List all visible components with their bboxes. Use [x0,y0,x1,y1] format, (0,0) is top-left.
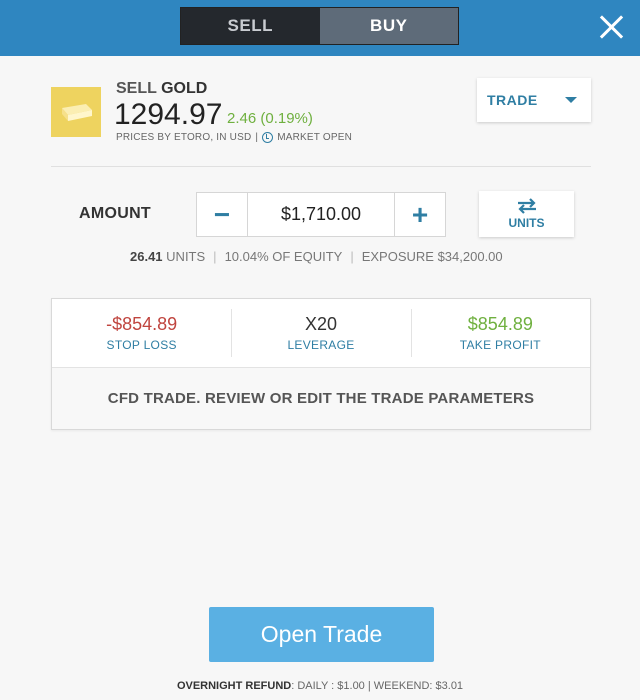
instrument-price: 1294.97 [114,98,223,131]
amount-stepper: − $1,710.00 + [196,192,446,237]
price-change: 2.46 (0.19%) [227,110,313,127]
trade-parameters-row: -$854.89 STOP LOSS X20 LEVERAGE $854.89 … [52,299,590,368]
order-type-label: TRADE [487,92,538,108]
daily-fee: : DAILY : $1.00 [291,680,365,692]
leverage-value: X20 [304,314,337,334]
amount-input[interactable]: $1,710.00 [247,193,395,236]
overnight-refund-label: OVERNIGHT REFUND [176,680,292,692]
stop-loss-value: -$854.89 [106,314,178,334]
take-profit-value: $854.89 [467,314,533,334]
price-source: PRICES BY ETORO, IN USD [116,132,252,143]
market-status: MARKET OPEN [277,132,352,143]
open-trade-button[interactable]: Open Trade [209,607,434,662]
overnight-fees: OVERNIGHT REFUND: DAILY : $1.00 | WEEKEN… [176,680,464,692]
stop-loss-label: STOP LOSS [106,338,177,352]
order-type-dropdown[interactable]: TRADE [477,78,591,122]
trade-direction: SELL [116,80,157,97]
cfd-trade-note: CFD TRADE. REVIEW OR EDIT THE TRADE PARA… [52,368,590,429]
stop-loss-cell[interactable]: -$854.89 STOP LOSS [52,299,231,367]
sell-buy-toggle: SELL BUY [180,7,459,45]
gold-bar-icon [51,87,101,137]
equity-stat: 10.04% OF EQUITY [224,249,343,264]
price-meta: PRICES BY ETORO, IN USD | MARKET OPEN [116,132,352,143]
take-profit-label: TAKE PROFIT [459,338,541,352]
increase-amount-button[interactable]: + [395,193,445,236]
position-stats: 26.41 UNITS | 10.04% OF EQUITY | EXPOSUR… [130,249,503,264]
take-profit-cell[interactable]: $854.89 TAKE PROFIT [410,299,590,367]
instrument-name: GOLD [161,80,208,97]
weekend-fee: WEEKEND: $3.01 [373,680,464,692]
instrument-title: SELL GOLD [116,80,207,98]
units-toggle-button[interactable]: UNITS [479,191,574,237]
decrease-amount-button[interactable]: − [197,193,247,236]
top-bar: SELL BUY [0,0,640,56]
sell-tab[interactable]: SELL [181,8,320,44]
buy-tab[interactable]: BUY [319,8,458,44]
units-stat: 26.41 UNITS [130,249,206,264]
leverage-cell[interactable]: X20 LEVERAGE [231,299,410,367]
trade-parameters-panel: -$854.89 STOP LOSS X20 LEVERAGE $854.89 … [51,298,591,430]
close-icon[interactable] [598,14,624,40]
amount-label: AMOUNT [79,205,152,222]
exposure-stat: EXPOSURE $34,200.00 [361,249,503,264]
meta-separator: | [255,132,259,143]
leverage-label: LEVERAGE [287,338,355,352]
divider [51,166,591,167]
swap-arrows-icon [517,198,536,214]
units-toggle-label: UNITS [508,216,545,230]
clock-icon [262,132,274,143]
chevron-down-icon [565,97,577,103]
